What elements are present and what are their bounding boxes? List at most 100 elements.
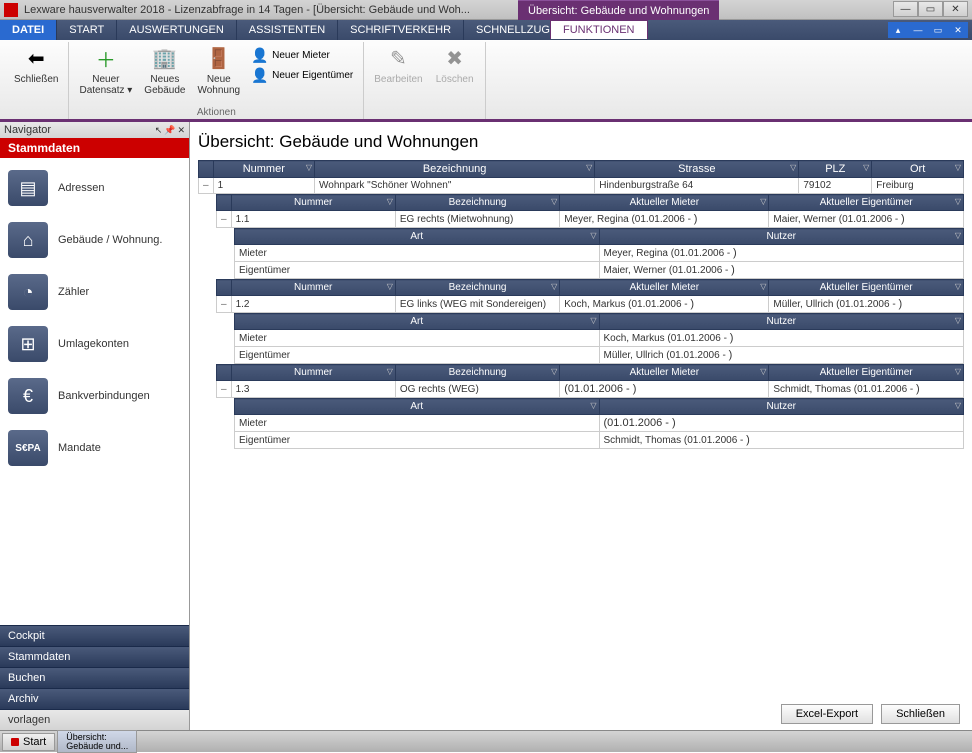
filter-icon[interactable]: ▽ <box>760 367 766 376</box>
neue-wohnung-button[interactable]: 🚪 Neue Wohnung <box>193 42 244 106</box>
table-row[interactable]: EigentümerSchmidt, Thomas (01.01.2006 - … <box>235 432 964 449</box>
table-row[interactable]: – 1.1 EG rechts (Mietwohnung) Meyer, Reg… <box>217 211 964 228</box>
door-icon: 🚪 <box>205 44 233 72</box>
schliessen-button[interactable]: ⬅ Schließen <box>10 42 62 106</box>
start-icon <box>11 738 19 746</box>
taskbar-item-uebersicht[interactable]: Übersicht: Gebäude und... <box>57 730 137 752</box>
taskbar: Start Übersicht: Gebäude und... <box>0 730 972 752</box>
tab-schriftverkehr[interactable]: SCHRIFTVERKEHR <box>338 20 464 40</box>
pencil-icon: ✎ <box>384 44 412 72</box>
neuer-mieter-button[interactable]: 👤 Neuer Mieter <box>248 46 357 64</box>
filter-icon[interactable]: ▽ <box>863 163 869 172</box>
filter-icon[interactable]: ▽ <box>955 401 961 410</box>
filter-icon[interactable]: ▽ <box>590 316 596 325</box>
bearbeiten-button[interactable]: ✎ Bearbeiten <box>370 42 426 106</box>
inner-restore-button[interactable]: ▭ <box>929 23 947 37</box>
tab-datei[interactable]: DATEI <box>0 20 57 40</box>
table-row[interactable]: – 1.3 OG rechts (WEG) (01.01.2006 - ) Sc… <box>217 381 964 398</box>
filter-icon[interactable]: ▽ <box>551 367 557 376</box>
tab-start[interactable]: START <box>57 20 117 40</box>
filter-icon[interactable]: ▽ <box>955 367 961 376</box>
nav-footer-cockpit[interactable]: Cockpit <box>0 625 189 646</box>
nav-footer-buchen[interactable]: Buchen <box>0 667 189 688</box>
bank-icon: € <box>8 378 48 414</box>
neuer-datensatz-button[interactable]: ＋ Neuer Datensatz ▾ <box>75 42 136 106</box>
dice-icon: ⊞ <box>8 326 48 362</box>
filter-icon[interactable]: ▽ <box>955 231 961 240</box>
filter-icon[interactable]: ▽ <box>590 231 596 240</box>
filter-icon[interactable]: ▽ <box>955 282 961 291</box>
excel-export-button[interactable]: Excel-Export <box>781 704 873 724</box>
app-icon <box>4 3 18 17</box>
unit-table: Nummer▽ Bezeichnung▽ Aktueller Mieter▽ A… <box>216 194 964 228</box>
close-button[interactable]: ✕ <box>943 1 968 17</box>
nutzer-table: Art▽ Nutzer▽ MieterKoch, Markus (01.01.2… <box>234 313 964 364</box>
filter-icon[interactable]: ▽ <box>387 282 393 291</box>
nav-footer-stammdaten[interactable]: Stammdaten <box>0 646 189 667</box>
schliessen-button-bottom[interactable]: Schließen <box>881 704 960 724</box>
tab-auswertungen[interactable]: AUSWERTUNGEN <box>117 20 237 40</box>
filter-icon[interactable]: ▽ <box>551 282 557 291</box>
inner-minimize-button[interactable]: ▴ <box>889 23 907 37</box>
inner-minimize2-button[interactable]: — <box>909 23 927 37</box>
sidebar-item-adressen[interactable]: ▤ Adressen <box>4 162 185 214</box>
maximize-button[interactable]: ▭ <box>918 1 943 17</box>
table-row[interactable]: MieterMeyer, Regina (01.01.2006 - ) <box>235 245 964 262</box>
filter-icon[interactable]: ▽ <box>790 163 796 172</box>
plus-icon: ＋ <box>92 44 120 72</box>
sidebar-item-zaehler[interactable]: ◔ Zähler <box>4 266 185 318</box>
nav-footer-archiv[interactable]: Archiv <box>0 688 189 709</box>
table-row[interactable]: – 1.2 EG links (WEG mit Sondereigen) Koc… <box>217 296 964 313</box>
nutzer-table: Art▽ Nutzer▽ Mieter (01.01.2006 - )Eigen… <box>234 398 964 449</box>
filter-icon[interactable]: ▽ <box>955 163 961 172</box>
arrow-left-icon: ⬅ <box>22 44 50 72</box>
minimize-button[interactable]: — <box>893 1 918 17</box>
neuer-eigentuemer-button[interactable]: 👤 Neuer Eigentümer <box>248 66 357 84</box>
filter-icon[interactable]: ▽ <box>760 197 766 206</box>
window-title: Lexware hausverwalter 2018 - Lizenzabfra… <box>24 4 470 16</box>
filter-icon[interactable]: ▽ <box>306 163 312 172</box>
meter-icon: ◔ <box>8 274 48 310</box>
nav-footer-vorlagen[interactable]: vorlagen <box>0 709 189 730</box>
collapse-toggle[interactable]: – <box>199 178 214 194</box>
filter-icon[interactable]: ▽ <box>387 197 393 206</box>
navigator-panel: Navigator ↖ 📌 ✕ Stammdaten ▤ Adressen ⌂ … <box>0 122 190 730</box>
table-row[interactable]: Mieter (01.01.2006 - ) <box>235 415 964 432</box>
neues-gebaeude-button[interactable]: 🏢 Neues Gebäude <box>140 42 189 106</box>
title-bar: Lexware hausverwalter 2018 - Lizenzabfra… <box>0 0 972 20</box>
filter-icon[interactable]: ▽ <box>955 316 961 325</box>
table-row[interactable]: MieterKoch, Markus (01.01.2006 - ) <box>235 330 964 347</box>
person-plus-icon: 👤 <box>252 47 268 63</box>
collapse-toggle[interactable]: – <box>217 211 232 228</box>
filter-icon[interactable]: ▽ <box>590 401 596 410</box>
table-row[interactable]: EigentümerMüller, Ullrich (01.01.2006 - … <box>235 347 964 364</box>
group-aktionen-label: Aktionen <box>75 106 357 119</box>
filter-icon[interactable]: ▽ <box>760 282 766 291</box>
table-row[interactable]: – 1 Wohnpark "Schöner Wohnen" Hindenburg… <box>199 178 964 194</box>
filter-icon[interactable]: ▽ <box>955 197 961 206</box>
collapse-toggle[interactable]: – <box>217 381 232 398</box>
tab-assistenten[interactable]: ASSISTENTEN <box>237 20 338 40</box>
filter-icon[interactable]: ▽ <box>586 163 592 172</box>
sidebar-item-bankverbindungen[interactable]: € Bankverbindungen <box>4 370 185 422</box>
filter-icon[interactable]: ▽ <box>387 367 393 376</box>
building-table: Nummer▽ Bezeichnung▽ Strasse▽ PLZ▽ Ort▽ … <box>198 160 964 194</box>
sepa-icon: S€PA <box>8 430 48 466</box>
sidebar-item-umlagekonten[interactable]: ⊞ Umlagekonten <box>4 318 185 370</box>
contextual-tab-label: Übersicht: Gebäude und Wohnungen <box>518 0 719 20</box>
collapse-toggle[interactable]: – <box>217 296 232 313</box>
pin-icon[interactable]: 📌 <box>164 125 175 136</box>
sidebar-item-mandate[interactable]: S€PA Mandate <box>4 422 185 474</box>
addressbook-icon: ▤ <box>8 170 48 206</box>
filter-icon[interactable]: ▽ <box>551 197 557 206</box>
inner-close-button[interactable]: ✕ <box>949 23 967 37</box>
main-content: Übersicht: Gebäude und Wohnungen Nummer▽… <box>190 122 972 730</box>
navigator-title: Stammdaten <box>0 138 189 158</box>
tab-funktionen[interactable]: FUNKTIONEN <box>550 20 648 39</box>
table-row[interactable]: EigentümerMaier, Werner (01.01.2006 - ) <box>235 262 964 279</box>
sidebar-item-gebaeude[interactable]: ⌂ Gebäude / Wohnung. <box>4 214 185 266</box>
taskbar-start-button[interactable]: Start <box>2 733 55 751</box>
panel-close-icon[interactable]: ✕ <box>177 125 185 136</box>
nutzer-table: Art▽ Nutzer▽ MieterMeyer, Regina (01.01.… <box>234 228 964 279</box>
loeschen-button[interactable]: ✖ Löschen <box>431 42 479 106</box>
